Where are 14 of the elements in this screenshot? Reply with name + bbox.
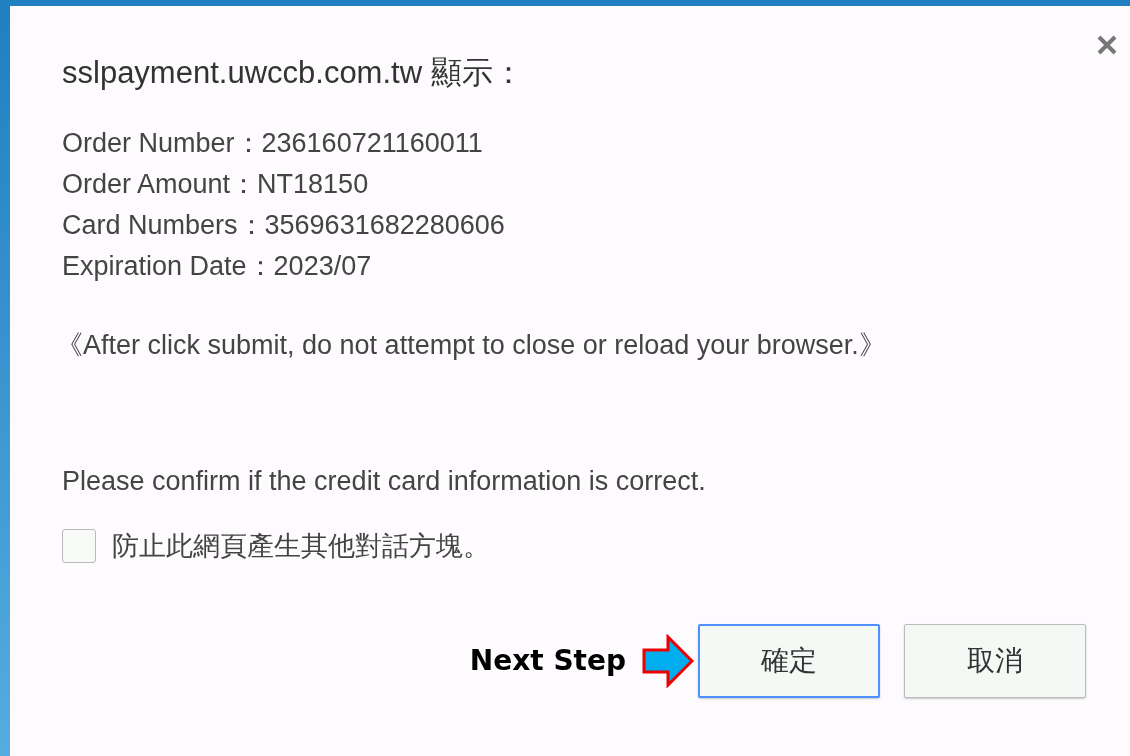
question-text: Please confirm if the credit card information is correct.	[62, 465, 707, 498]
notice-text: 《After click submit, do not attempt to close or reload your browser.》	[56, 328, 887, 362]
info-line: Expiration Date：2023/07	[62, 249, 373, 283]
arrow-icon	[642, 634, 694, 688]
hint-text: Next Step	[469, 643, 626, 679]
ok-button[interactable]: 確定	[698, 624, 880, 698]
close-icon[interactable]	[1096, 34, 1118, 56]
info-line: Card Numbers：3569631682280606	[62, 208, 506, 242]
checkbox-label: 防止此網頁產生其他對話方塊。	[112, 529, 490, 563]
cancel-button[interactable]: 取消	[904, 624, 1086, 698]
dialog-title: sslpayment.uwccb.com.tw 顯示：	[62, 54, 525, 92]
info-line: Order Number：236160721160011	[62, 126, 484, 160]
info-line: Order Amount：NT18150	[62, 167, 370, 201]
checkbox[interactable]	[62, 528, 96, 563]
